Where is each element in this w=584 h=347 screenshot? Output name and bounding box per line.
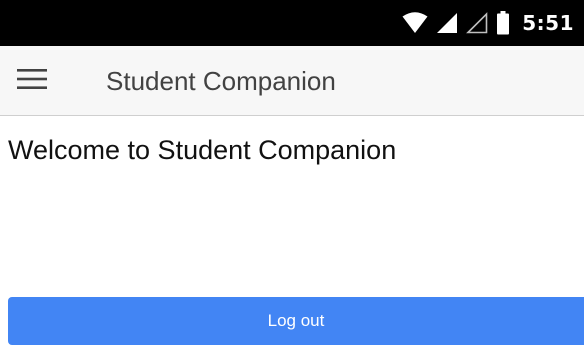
app-screen: 5:51 Student Companion Welcome to Studen… (0, 0, 584, 347)
hamburger-menu-icon (17, 68, 47, 95)
status-bar: 5:51 (0, 0, 584, 46)
app-bar: Student Companion (0, 46, 584, 116)
welcome-heading: Welcome to Student Companion (8, 135, 397, 165)
cell-signal-icon (436, 12, 458, 34)
status-icons: 5:51 (402, 0, 574, 46)
cell-signal-empty-icon (466, 12, 488, 34)
battery-icon (496, 11, 510, 35)
menu-button[interactable] (8, 57, 56, 105)
logout-button[interactable]: Log out (8, 297, 584, 345)
status-time: 5:51 (522, 11, 574, 35)
wifi-icon (402, 12, 428, 34)
app-title: Student Companion (106, 66, 336, 96)
